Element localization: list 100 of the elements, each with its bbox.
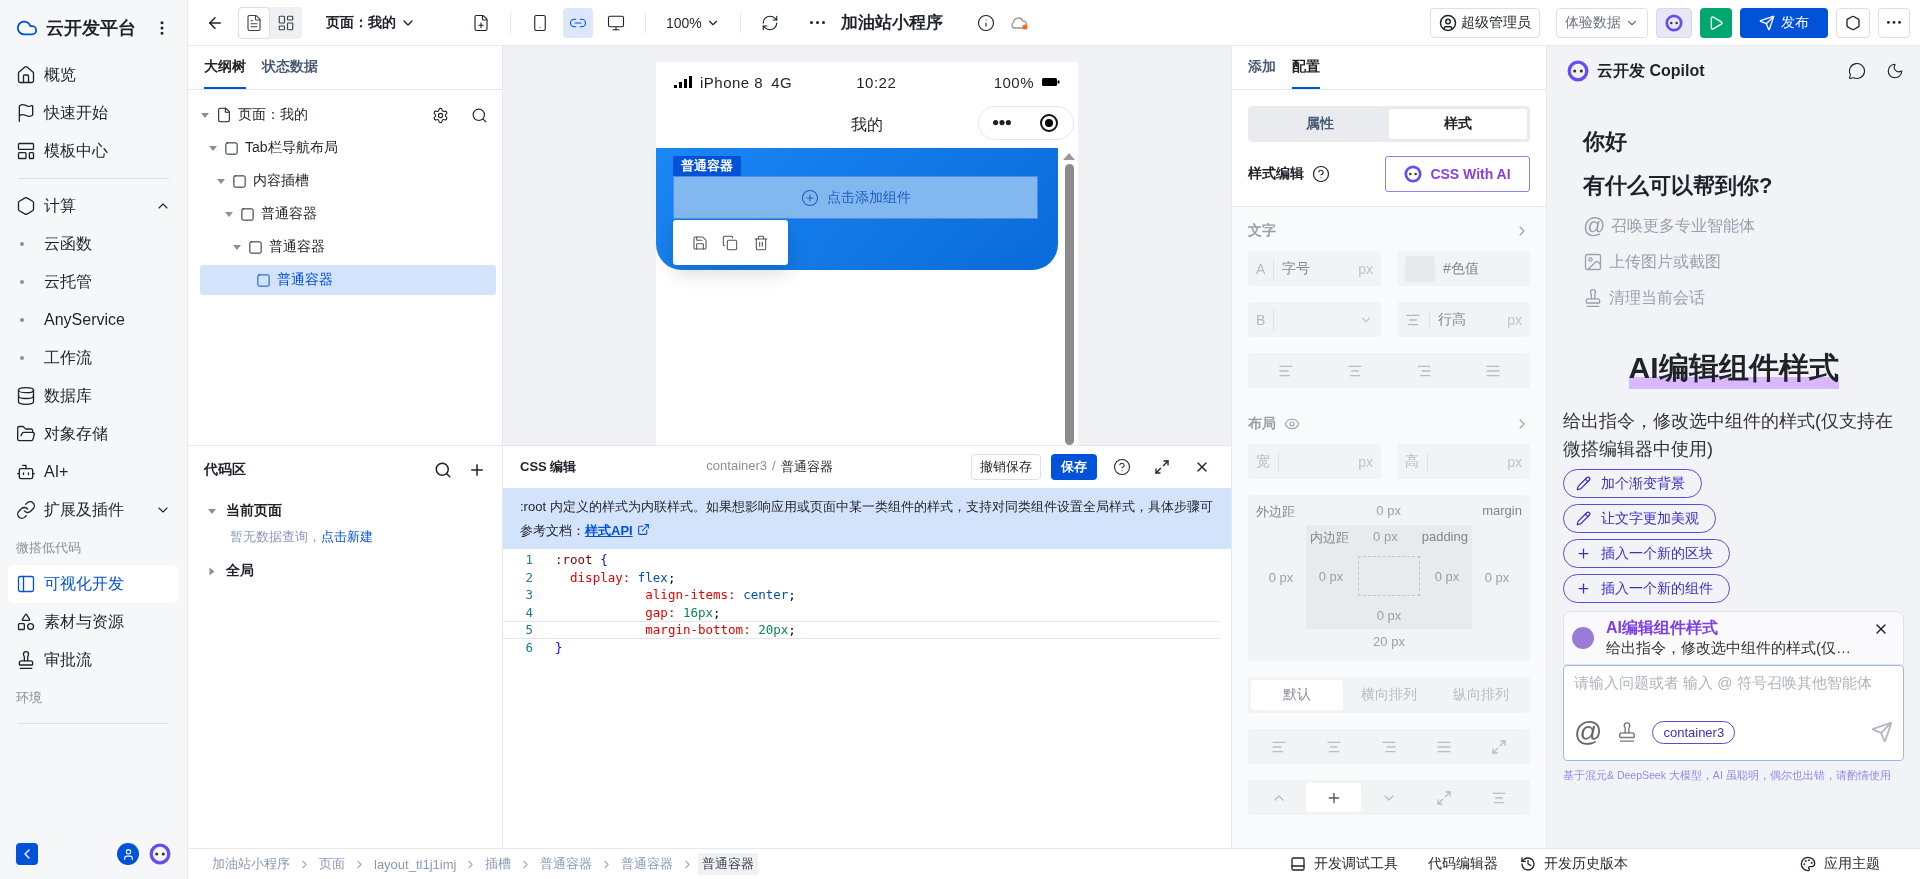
mode-tab[interactable]: 属性 [1251,109,1389,139]
chat-icon[interactable] [1848,62,1866,80]
save-icon [692,234,709,251]
sidebar-item[interactable]: 模板中心 [8,132,179,170]
pencil-icon [1576,511,1591,526]
caret-icon[interactable] [209,567,215,575]
panel-title: 代码区 [204,461,247,479]
component-icon [248,239,263,255]
eye-icon [1284,416,1300,432]
panel-tab[interactable]: 大纲树 [204,46,246,89]
settings-button[interactable] [1836,7,1870,38]
shapes-icon [16,612,36,632]
direction-tab[interactable]: 默认 [1251,680,1343,710]
tree-item[interactable]: 内容插槽 [200,166,496,196]
battery-icon [1042,77,1060,87]
save-button[interactable]: 保存 [1051,454,1097,480]
signal-icon [674,76,692,88]
caret-icon[interactable] [209,145,217,151]
tree-item[interactable]: 普通容器 [200,265,496,295]
more-button[interactable] [1878,7,1910,38]
search-icon[interactable] [434,461,452,479]
settings-icon [1845,14,1861,31]
view-toggle[interactable] [238,6,270,39]
breadcrumb-item[interactable]: 普通容器 [698,853,759,875]
sidebar-item[interactable]: AI+ [8,453,179,491]
link-icon [16,500,36,520]
container-block[interactable]: 普通容器 点击添加组件 [656,148,1058,270]
panel-tab[interactable]: 添加 [1248,46,1276,89]
tool-button[interactable]: 代码编辑器 [1420,855,1498,873]
sidebar-item[interactable]: 数据库 [8,377,179,415]
caret-icon[interactable] [208,508,216,514]
page-icon [216,107,232,123]
sidebar-item[interactable]: 云函数 [8,225,179,263]
sidebar-item[interactable]: 可视化开发 [8,565,179,603]
color-field[interactable]: #色值 [1397,251,1530,286]
plus-icon [1576,546,1591,561]
caret-icon[interactable] [201,112,209,118]
sidebar-item[interactable]: 云托管 [8,263,179,301]
app-title: 加油站小程序 [840,12,943,34]
code-group[interactable]: 当前页面 [188,494,502,528]
create-link[interactable]: 点击新建 [321,528,373,546]
sidebar-item[interactable]: 计算 [8,187,179,225]
logo-text: 云开发平台 [46,17,137,40]
sidebar-item[interactable]: 审批流 [8,641,179,679]
help-icon [1113,458,1131,476]
tool-button[interactable]: 开发历史版本 [1520,855,1628,873]
panel-tab[interactable]: 状态数据 [262,46,318,89]
container-tag: 普通容器 [673,156,741,176]
tree-item[interactable]: 页面：我的 [200,100,496,130]
sidebar-item[interactable]: 工作流 [8,339,179,377]
add-icon[interactable] [468,461,486,479]
mode-tab[interactable]: 样式 [1389,109,1527,139]
tree-item[interactable]: 普通容器 [200,232,496,262]
code-group[interactable]: 全局 [188,554,502,588]
caret-icon[interactable] [233,244,241,250]
greeting-text: 你好 [1583,128,1628,156]
sidebar-item[interactable]: 对象存储 [8,415,179,453]
phone-icon [531,13,549,32]
copilot-button[interactable] [1656,7,1692,38]
copilot-logo-icon [149,843,171,865]
panel-tab[interactable]: 配置 [1292,46,1320,89]
sidebar-item[interactable]: 概览 [8,56,179,94]
page-select[interactable]: 页面：我的 [320,7,422,38]
broom-icon [1583,288,1603,308]
plus-circle-icon [800,188,819,207]
user-avatar[interactable] [117,843,139,865]
content-box [1358,556,1420,596]
help-icon [1312,165,1330,183]
sidebar-item[interactable]: 素材与资源 [8,603,179,641]
more-icon [1887,21,1901,24]
caret-icon[interactable] [217,178,225,184]
component-icon [232,173,247,189]
tool-button[interactable]: 开发调试工具 [1290,855,1398,873]
sidebar-item[interactable]: AnyService [8,301,179,339]
preview-button[interactable] [1700,7,1732,38]
style-api-link[interactable]: 样式API [585,523,633,538]
sidebar-item[interactable]: 快速开始 [8,94,179,132]
data-select[interactable]: 体验数据 [1556,7,1648,38]
panel-icon [1290,856,1306,872]
palette-icon [1800,856,1816,872]
caret-icon[interactable] [225,211,233,217]
info-icon [976,13,995,32]
mention-button[interactable]: @ [1574,718,1603,746]
database-icon [16,386,36,406]
moon-icon[interactable] [1886,62,1904,80]
flag-icon [16,103,36,123]
user-icon [121,847,135,861]
publish-button[interactable]: 发布 [1740,7,1828,38]
padding-label: 内边距 [1310,529,1349,547]
undo-save-button[interactable]: 撤销保存 [971,454,1041,480]
sidebar-item[interactable]: 扩展及插件 [8,491,179,529]
zoom-select[interactable]: 100% [660,7,726,38]
tree-item[interactable]: Tab栏导航布局 [200,133,496,163]
css-ai-button[interactable]: CSS With AI [1385,156,1530,192]
collapse-button[interactable] [16,843,38,865]
tool-button[interactable]: 应用主题 [1800,855,1880,873]
component-icon [256,272,271,288]
role-button[interactable]: 超级管理员 [1430,7,1540,38]
chat-input[interactable]: 请输入问题或者 输入 @ 符号召唤其他智能体 @ container3 [1563,665,1904,761]
tree-item[interactable]: 普通容器 [200,199,496,229]
